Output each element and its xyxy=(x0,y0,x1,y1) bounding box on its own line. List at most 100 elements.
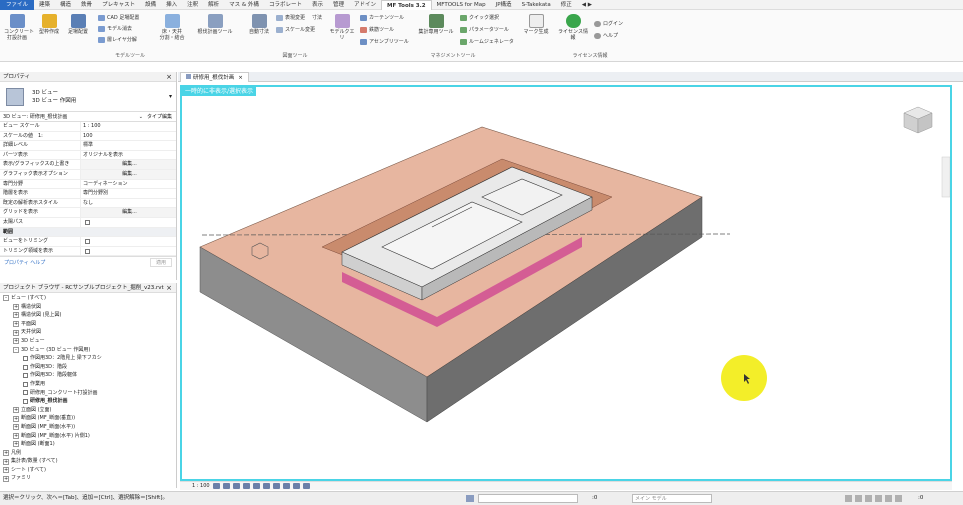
ribbon-tab[interactable]: MFTOOLS for Map xyxy=(432,0,491,10)
model-3d-view[interactable] xyxy=(182,87,952,481)
browser-node[interactable]: + 断面図 (MF_断面(水平) 片側1) xyxy=(3,432,176,441)
rebar-tool-button[interactable]: 鉄筋ツール xyxy=(360,26,394,33)
expand-icon[interactable]: + xyxy=(3,467,9,474)
browser-node[interactable]: + 断面図 (断面1) xyxy=(3,440,176,449)
ribbon-tab[interactable]: 挿入 xyxy=(161,0,182,10)
close-icon[interactable]: × xyxy=(166,72,172,82)
browser-node[interactable]: + シート (すべて) xyxy=(3,466,176,475)
tab-view[interactable]: 研修用_根伐計画 × xyxy=(180,72,249,82)
expand-icon[interactable]: + xyxy=(3,475,9,482)
face-select-icon[interactable] xyxy=(875,495,882,502)
ribbon-tab[interactable]: 管理 xyxy=(328,0,349,10)
browser-node[interactable]: + 構造伏図 (見上図) xyxy=(3,311,176,320)
lock-view-icon[interactable] xyxy=(282,483,290,489)
ribbon-tab[interactable]: 解析 xyxy=(203,0,224,10)
view-canvas[interactable]: 一時的に非表示/選択表示 xyxy=(180,85,952,481)
ribbon-tab[interactable]: 表示 xyxy=(307,0,328,10)
browser-node[interactable]: 作図用3D：階段躯体 xyxy=(3,371,176,380)
visual-style-icon[interactable] xyxy=(222,483,230,489)
ribbon-tab[interactable]: MF Tools 3.2 xyxy=(381,0,432,10)
browser-node[interactable]: + 断面図 (MF_断面(垂直)) xyxy=(3,414,176,423)
ribbon-tab[interactable]: アドイン xyxy=(349,0,381,10)
apply-button[interactable]: 適用 xyxy=(149,257,172,267)
scaffold-button[interactable]: 足場配置 xyxy=(66,14,90,35)
property-value[interactable]: 100 xyxy=(80,131,176,141)
quick-select-button[interactable]: クイック選択 xyxy=(460,14,499,21)
property-value[interactable] xyxy=(80,217,176,227)
cad-place-button[interactable]: CAD 足場配置 xyxy=(98,14,139,21)
scale-change-button[interactable]: スケール変更 xyxy=(276,26,315,33)
mark-gen-button[interactable]: マーク生成 xyxy=(523,14,549,35)
layer-split-button[interactable]: 層レイヤ分解 xyxy=(98,36,137,43)
ribbon-tab[interactable]: S-Takekata xyxy=(517,0,556,10)
excavation-tool-button[interactable]: 根伐計画ツール xyxy=(193,14,237,35)
expand-icon[interactable]: + xyxy=(3,458,9,465)
browser-node[interactable]: 作図用3D：2階見上 梁下フカシ xyxy=(3,354,176,363)
param-tool-button[interactable]: パラメータツール xyxy=(460,26,509,33)
view-scale[interactable]: 1 : 100 xyxy=(192,483,210,489)
expand-icon[interactable]: + xyxy=(13,321,19,328)
expand-icon[interactable]: + xyxy=(13,338,19,345)
ribbon-tab[interactable]: 設備 xyxy=(140,0,161,10)
expand-icon[interactable]: + xyxy=(13,312,19,319)
navigation-bar[interactable] xyxy=(941,156,950,198)
design-option-selector[interactable]: メイン モデル xyxy=(632,494,712,503)
type-selector[interactable]: 3D ビュー 3D ビュー 作図用 ▾ xyxy=(0,82,176,112)
browser-node[interactable]: -3D ビュー (3D ビュー 作図用) xyxy=(3,346,176,355)
ribbon-tab[interactable]: 建築 xyxy=(34,0,55,10)
expand-icon[interactable]: + xyxy=(3,449,9,456)
takeoff-tool-button[interactable]: 集計専用ツール xyxy=(416,14,456,35)
ribbon-tab[interactable]: 構造 xyxy=(55,0,76,10)
concrete-plan-button[interactable]: コンクリート 打設計画 xyxy=(4,14,34,41)
curtain-tool-button[interactable]: カーテンツール xyxy=(360,14,404,21)
model-delete-button[interactable]: モデル消去 xyxy=(98,25,132,32)
properties-help-link[interactable]: プロパティ ヘルプ xyxy=(4,259,45,266)
browser-node[interactable]: + ファミリ xyxy=(3,474,176,483)
property-value[interactable]: 編集... xyxy=(80,208,176,217)
browser-node[interactable]: +3D ビュー xyxy=(3,337,176,346)
floor-split-button[interactable]: 床・天井 分割・結合 xyxy=(158,14,186,41)
shadows-icon[interactable] xyxy=(242,483,250,489)
hide-isolate-icon[interactable] xyxy=(292,483,300,489)
workset-selector[interactable] xyxy=(478,494,578,503)
expand-icon[interactable]: + xyxy=(13,441,19,448)
property-value[interactable]: 1 : 100 xyxy=(80,122,176,131)
checkbox[interactable] xyxy=(85,239,90,245)
room-gen-button[interactable]: ルームジェネレータ xyxy=(460,38,514,45)
edit-type-button[interactable]: タイプ編集 xyxy=(147,113,176,120)
reveal-hidden-icon[interactable] xyxy=(302,483,310,489)
collapse-icon[interactable]: - xyxy=(13,346,19,353)
help-button[interactable]: ヘルプ xyxy=(594,32,618,39)
ribbon-tab[interactable]: マス & 外構 xyxy=(224,0,264,10)
property-value[interactable] xyxy=(80,237,176,246)
login-button[interactable]: ログイン xyxy=(594,20,623,27)
expression-change-button[interactable]: 表現変更 xyxy=(276,14,305,21)
checkbox[interactable] xyxy=(85,219,90,225)
browser-node[interactable]: - ビュー (すべて) xyxy=(3,294,176,303)
expand-icon[interactable]: + xyxy=(13,432,19,439)
expand-icon[interactable]: + xyxy=(13,303,19,310)
property-value[interactable]: 編集... xyxy=(80,160,176,169)
render-icon[interactable] xyxy=(252,483,260,489)
license-button[interactable]: ライセンス情報 xyxy=(556,14,590,41)
property-value[interactable]: 専門分野別 xyxy=(80,189,176,198)
close-icon[interactable]: × xyxy=(166,283,172,293)
ribbon-tab[interactable]: JP構造 xyxy=(491,0,517,10)
expand-icon[interactable]: + xyxy=(13,424,19,431)
view-cube[interactable] xyxy=(903,106,933,134)
ribbon-tab[interactable]: ◀ ▶ xyxy=(577,0,597,10)
chevron-down-icon[interactable]: ⌄ xyxy=(139,114,143,120)
ribbon-tab[interactable]: ファイル xyxy=(0,0,35,10)
collapse-icon[interactable]: - xyxy=(3,295,9,302)
model-query-button[interactable]: モデルクエリ xyxy=(328,14,356,41)
browser-node[interactable]: 作図用3D：階段 xyxy=(3,363,176,372)
crop-icon[interactable] xyxy=(262,483,270,489)
formwork-button[interactable]: 型枠作成 xyxy=(36,14,62,35)
property-value[interactable]: 標準 xyxy=(80,141,176,150)
auto-dim-button[interactable]: 自動寸法 xyxy=(247,14,271,35)
filter-icon[interactable] xyxy=(895,495,902,502)
browser-node[interactable]: + 集計表/数量 (すべて) xyxy=(3,457,176,466)
ribbon-tab[interactable]: 修正 xyxy=(556,0,577,10)
checkbox[interactable] xyxy=(85,248,90,254)
dim-note-button[interactable]: 寸法 xyxy=(312,14,322,21)
